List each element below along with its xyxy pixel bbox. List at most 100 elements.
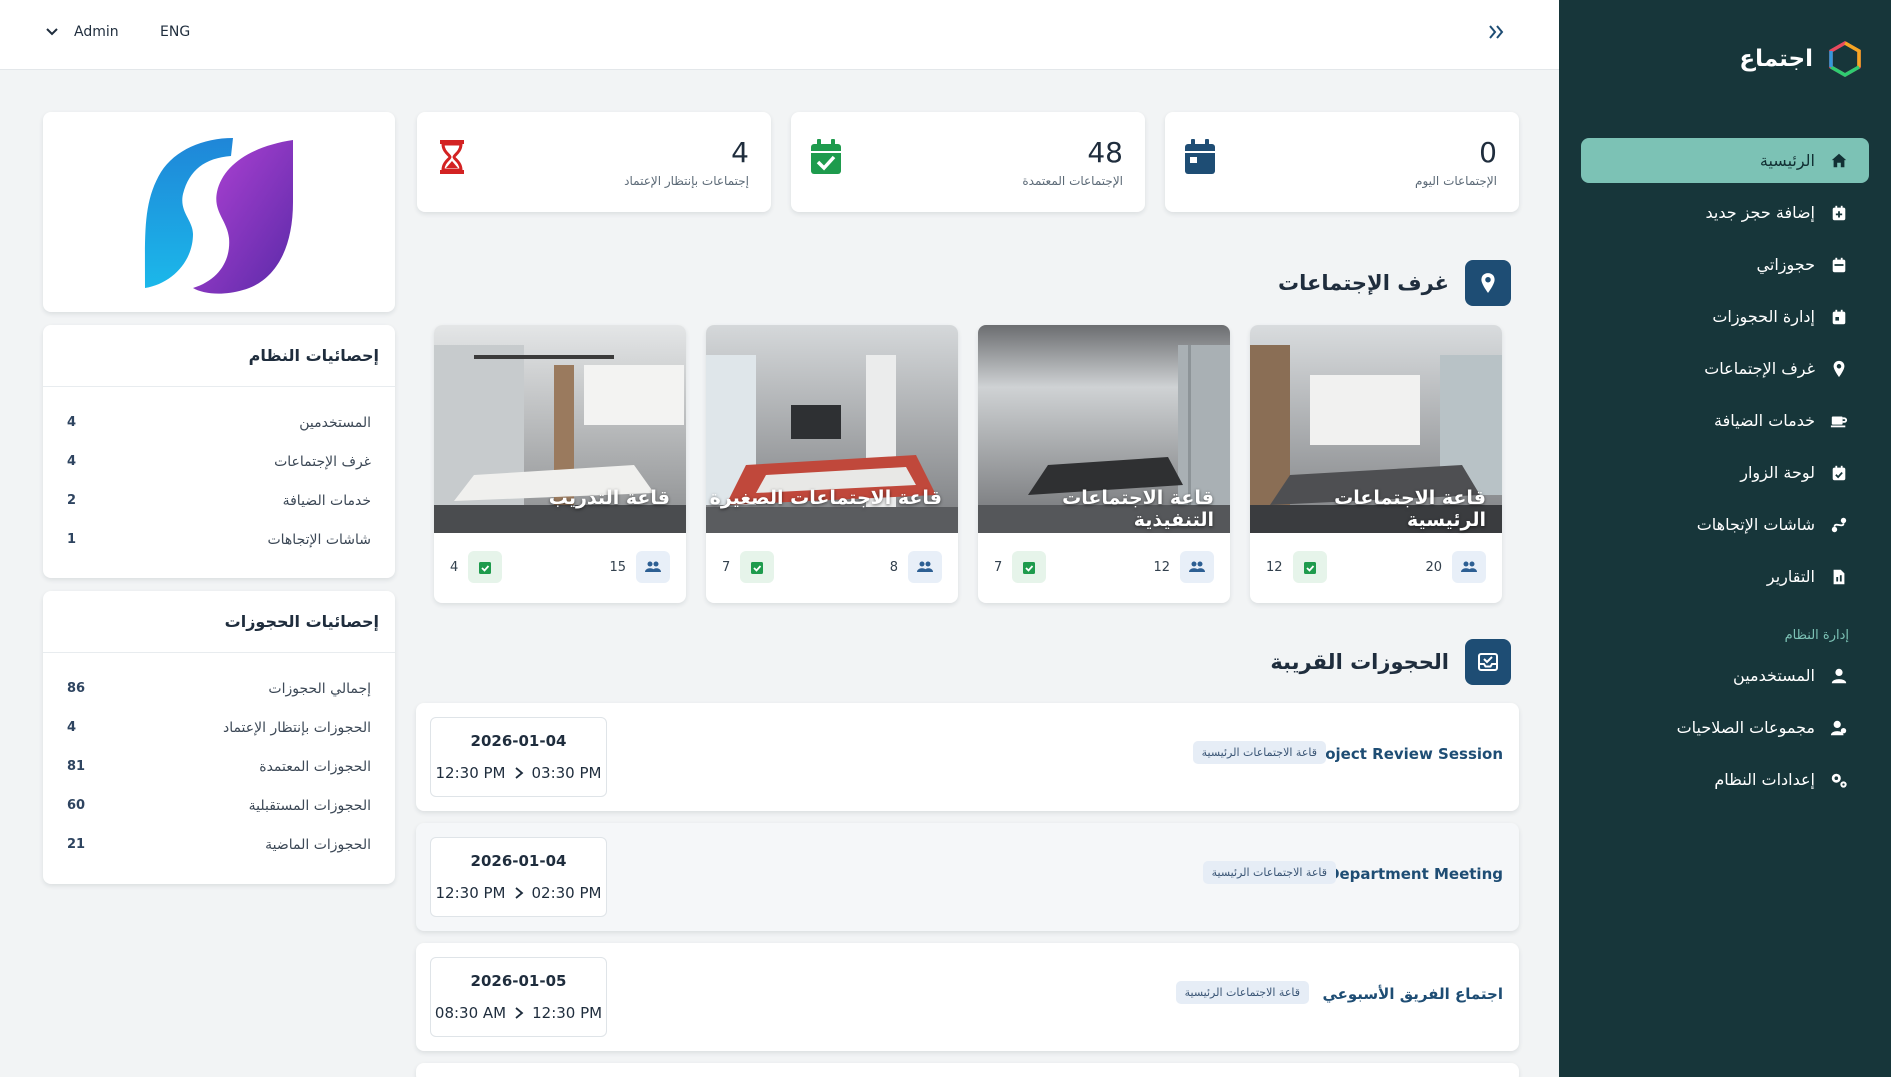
- stat-row-value: 21: [67, 837, 86, 852]
- calendar-check-icon: [740, 551, 775, 583]
- booking-row[interactable]: Department Meeting قاعة الاجتماعات الرئي…: [416, 823, 1519, 931]
- calendar-check-icon: [1292, 551, 1327, 583]
- stat-row-label: الحجوزات الماضية: [265, 836, 371, 853]
- capacity-value: 20: [1425, 559, 1442, 575]
- booking-row-partial[interactable]: [416, 1063, 1519, 1077]
- stat-row-label: الحجوزات بإنتظار الإعتماد: [222, 719, 371, 736]
- booking-date: 2026-01-04: [470, 732, 567, 750]
- location-pin-icon: [1829, 359, 1849, 379]
- visitor-board-icon: [1829, 463, 1849, 483]
- room-bookings-count: 12: [1266, 551, 1327, 583]
- users-icon: [636, 551, 670, 583]
- stat-row: الحجوزات المستقبلية 60: [43, 786, 395, 825]
- language-switch[interactable]: ENG: [160, 24, 190, 40]
- booking-end: 03:30 PM: [531, 764, 602, 782]
- brand[interactable]: اجتماع: [1559, 0, 1891, 118]
- sidebar-item-label: إعدادات النظام: [1714, 770, 1815, 789]
- bookings-value: 4: [450, 559, 459, 575]
- calendar-check-icon: [468, 551, 503, 583]
- stat-row-value: 60: [67, 798, 86, 813]
- room-card[interactable]: قاعة الاجتماعات الرئيسية 20 12: [1250, 325, 1502, 603]
- users-icon: [1180, 551, 1214, 583]
- booking-room-badge: قاعة الاجتماعات الرئيسية: [1192, 741, 1326, 764]
- sidebar-nav: الرئيسية إضافة حجز جديد حجوزاتي إدارة ال…: [1559, 118, 1891, 802]
- booking-start: 12:30 PM: [435, 884, 506, 902]
- collapse-sidebar-icon[interactable]: [1484, 20, 1508, 44]
- stat-label: إجتماعات بإنتظار الإعتماد: [624, 174, 749, 188]
- user-name: Admin: [74, 24, 119, 40]
- stat-card-pending-meetings[interactable]: 4 إجتماعات بإنتظار الإعتماد: [417, 112, 771, 212]
- sidebar-item-label: مجموعات الصلاحيات: [1676, 718, 1815, 737]
- sidebar-item-system-settings[interactable]: إعدادات النظام: [1581, 757, 1869, 802]
- sidebar-item-manage-bookings[interactable]: إدارة الحجوزات: [1581, 294, 1869, 339]
- stat-row: شاشات الإتجاهات 1: [43, 520, 395, 559]
- sidebar-item-users[interactable]: المستخدمين: [1581, 653, 1869, 698]
- sidebar-item-label: لوحة الزوار: [1740, 463, 1815, 482]
- bookings-value: 12: [1266, 559, 1283, 575]
- booking-room-badge: قاعة الاجتماعات الرئيسية: [1202, 861, 1336, 884]
- calendar-icon: [1829, 255, 1849, 275]
- booking-title: Department Meeting: [1327, 865, 1503, 883]
- stat-card-today-meetings[interactable]: 0 الإجتماعات اليوم: [1165, 112, 1519, 212]
- user-group-icon: [1829, 718, 1849, 738]
- stat-row-value: 4: [67, 720, 77, 735]
- sidebar-item-add-booking[interactable]: إضافة حجز جديد: [1581, 190, 1869, 235]
- stat-row-label: غرف الإجتماعات: [274, 453, 371, 470]
- sidebar-item-hospitality[interactable]: خدمات الضيافة: [1581, 398, 1869, 443]
- booking-time: 08:30 AM 12:30 PM: [431, 1004, 606, 1022]
- location-pin-icon: [1465, 260, 1511, 306]
- panel-title: إحصائيات النظام: [43, 325, 395, 387]
- user-icon: [1829, 666, 1849, 686]
- stat-row-value: 4: [67, 454, 77, 469]
- calendar-icon: [1185, 139, 1215, 174]
- organization-logo: [144, 138, 293, 294]
- user-menu[interactable]: Admin: [44, 24, 119, 40]
- stat-row: الحجوزات بإنتظار الإعتماد 4: [43, 708, 395, 747]
- section-title: الحجوزات القريبة: [1270, 650, 1449, 674]
- room-capacity: 12: [1153, 551, 1214, 583]
- stat-row: خدمات الضيافة 2: [43, 481, 395, 520]
- booking-datetime: 2026-01-04 12:30 PM 02:30 PM: [430, 837, 607, 917]
- sidebar-item-permission-groups[interactable]: مجموعات الصلاحيات: [1581, 705, 1869, 750]
- booking-start: 08:30 AM: [434, 1004, 507, 1022]
- sidebar-item-visitor-board[interactable]: لوحة الزوار: [1581, 450, 1869, 495]
- room-card[interactable]: قاعة الاجتماعات الصغيرة 8 7: [706, 325, 958, 603]
- sidebar-item-my-bookings[interactable]: حجوزاتي: [1581, 242, 1869, 287]
- sidebar-item-home[interactable]: الرئيسية: [1581, 138, 1869, 183]
- sidebar: اجتماع الرئيسية إضافة حجز جديد حجوزاتي إ…: [1559, 0, 1891, 1077]
- stat-row-label: خدمات الضيافة: [282, 492, 371, 509]
- booking-datetime: 2026-01-04 12:30 PM 03:30 PM: [430, 717, 607, 797]
- stat-row-label: المستخدمين: [299, 414, 371, 431]
- sidebar-item-label: الرئيسية: [1759, 151, 1815, 170]
- calendar-plus-icon: [1829, 203, 1849, 223]
- calendar-manage-icon: [1829, 307, 1849, 327]
- users-icon: [1452, 551, 1486, 583]
- booking-row[interactable]: اجتماع الفريق الأسبوعي قاعة الاجتماعات ا…: [416, 943, 1519, 1051]
- room-card[interactable]: قاعة التدريب 15 4: [434, 325, 686, 603]
- room-bookings-count: 7: [994, 551, 1047, 583]
- stat-row: إجمالي الحجوزات 86: [43, 669, 395, 708]
- sidebar-item-rooms[interactable]: غرف الإجتماعات: [1581, 346, 1869, 391]
- stat-row-value: 2: [67, 493, 77, 508]
- room-bookings-count: 7: [722, 551, 775, 583]
- sidebar-item-reports[interactable]: التقارير: [1581, 554, 1869, 599]
- organization-logo-card: [43, 112, 395, 312]
- capacity-value: 8: [889, 559, 898, 575]
- stat-label: الإجتماعات المعتمدة: [1022, 174, 1123, 188]
- stat-label: الإجتماعات اليوم: [1415, 174, 1497, 188]
- sidebar-item-direction-screens[interactable]: شاشات الإتجاهات: [1581, 502, 1869, 547]
- booking-row[interactable]: Project Review Session قاعة الاجتماعات ا…: [416, 703, 1519, 811]
- room-name: قاعة التدريب: [548, 487, 670, 509]
- booking-start: 12:30 PM: [435, 764, 506, 782]
- stat-value: 4: [731, 136, 749, 169]
- stat-row: الحجوزات المعتمدة 81: [43, 747, 395, 786]
- panel-title: إحصائيات الحجوزات: [43, 591, 395, 653]
- stat-row-label: الحجوزات المستقبلية: [248, 797, 371, 814]
- booking-end: 12:30 PM: [532, 1004, 603, 1022]
- room-card[interactable]: قاعة الاجتماعات التنفيذية 12 7: [978, 325, 1230, 603]
- room-name: قاعة الاجتماعات التنفيذية: [1062, 487, 1214, 531]
- topbar: Admin ENG: [0, 0, 1559, 70]
- stat-row-value: 81: [67, 759, 86, 774]
- stat-value: 0: [1479, 136, 1497, 169]
- stat-card-approved-meetings[interactable]: 48 الإجتماعات المعتمدة: [791, 112, 1145, 212]
